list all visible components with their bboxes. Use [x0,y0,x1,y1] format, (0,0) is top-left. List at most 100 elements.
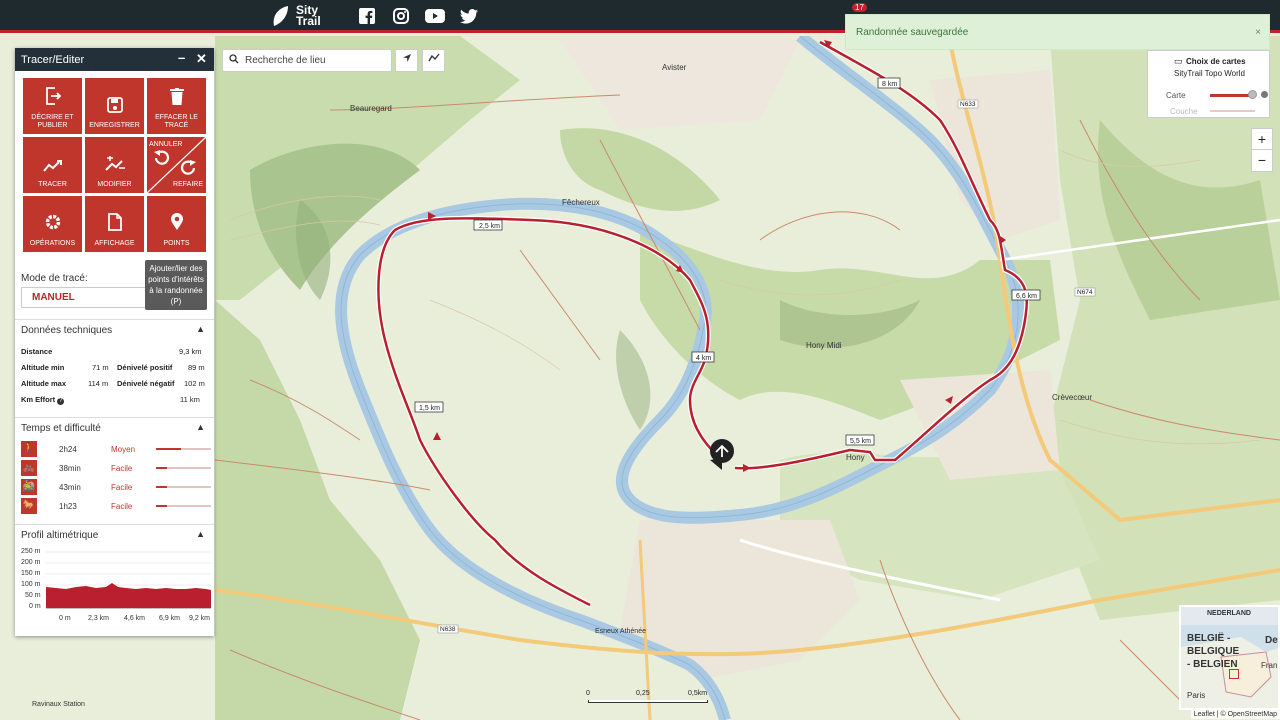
km-marker-4: 4 km [696,355,711,362]
button-label: OPÉRATIONS [29,240,76,247]
button-label: EFFACER LE TRACÉ [155,114,198,129]
search-placeholder: Recherche de lieu [245,55,326,66]
section-title: Temps et difficulté [21,423,101,434]
minimap-label: NEDERLAND [1207,610,1251,617]
zigzag-line-icon [427,53,440,62]
minimap-label: BELGIQUE [1187,646,1240,657]
km-effort-value: 11 km [180,395,200,404]
horse-icon: 🐎 [21,498,37,514]
instagram-icon[interactable] [391,6,411,26]
km-marker-5-5: 5,5 km [850,438,871,445]
undo-redo-button[interactable]: ANNULER REFAIRE [147,137,206,193]
km-effort-label: Km Effort [21,395,56,404]
panel-header: Tracer/Editer – ✕ [15,48,214,71]
points-button[interactable]: POINTS [147,196,206,252]
km-marker-6-6: 6,6 km [1016,293,1037,300]
difficulty-bar [156,505,211,507]
difficulty-bar [156,448,211,450]
social-links [357,6,479,26]
export-icon [45,87,61,109]
difficulty-bar [156,486,211,488]
search-icon [229,54,239,67]
tool-buttons: DÉCRIRE ET PUBLIER ENREGISTRER EFFACER L… [15,71,214,252]
button-label: MODIFIER [97,181,132,188]
technical-data-header[interactable]: Données techniques ▲ [15,319,214,341]
minimize-icon[interactable]: – [178,50,185,65]
chevron-up-icon: ▲ [196,422,205,432]
positive-elevation-label: Dénivelé positif [117,363,173,372]
km-marker-2-5: 2,5 km [479,223,500,230]
distance-label: Distance [21,347,53,356]
trace-icon [42,156,63,176]
describe-publish-button[interactable]: DÉCRIRE ET PUBLIER [23,78,82,134]
button-label: DÉCRIRE ET PUBLIER [31,114,74,129]
undo-icon[interactable] [153,149,171,167]
display-button[interactable]: AFFICHAGE [85,196,144,252]
trace-button[interactable]: TRACER [23,137,82,193]
button-label: POINTS [163,240,190,247]
notification-badge: 17 [852,3,867,12]
operations-button[interactable]: OPÉRATIONS [23,196,82,252]
slider-handle[interactable] [1248,90,1257,99]
minimap-label: Frank [1261,661,1280,670]
locate-button[interactable] [395,49,418,72]
file-icon [107,213,122,235]
minimap-label: De [1265,635,1278,646]
facebook-icon[interactable] [357,6,377,26]
section-title: Profil altimétrique [21,530,99,541]
minimap-label: BELGIË - [1187,633,1231,644]
points-tooltip: Ajouter/lier des points d'intérêts à la … [145,260,207,310]
mtb-icon: 🚵 [21,479,37,495]
close-icon[interactable]: ✕ [196,51,207,67]
section-title: Données techniques [21,325,113,336]
chevron-up-icon: ▲ [196,529,205,539]
sitytrail-logo[interactable]: Sity Trail [270,4,321,28]
alt-min-label: Altitude min [21,363,65,372]
place-label: Avister [662,63,687,72]
twitter-icon[interactable] [459,6,479,26]
alt-max-value: 114 m [88,379,109,388]
youtube-icon[interactable] [425,6,445,26]
button-label: ENREGISTRER [89,122,140,129]
close-icon[interactable]: × [1255,27,1261,38]
redo-icon[interactable] [179,159,197,177]
layer-overlay-slider[interactable] [1210,110,1255,112]
layer-visibility-toggle[interactable] [1261,91,1268,98]
negative-elevation-label: Dénivelé négatif [117,379,175,388]
difficulty-header[interactable]: Temps et difficulté ▲ [15,417,214,439]
alt-min-value: 71 m [92,363,109,372]
place-label: Esneux Athénée [595,628,646,635]
elevation-profile-header[interactable]: Profil altimétrique ▲ [15,524,214,546]
km-marker-8: 8 km [882,81,897,88]
save-button[interactable]: ENREGISTRER [85,78,144,134]
help-icon[interactable]: ? [57,398,65,405]
notification-message: Randonnée sauvegardée [856,27,969,38]
place-label: Hony [846,453,865,462]
place-search-input[interactable]: Recherche de lieu [222,49,392,72]
track-stats-button[interactable] [422,49,445,72]
trash-icon [169,88,184,109]
track-editor-panel: Tracer/Editer – ✕ DÉCRIRE ET PUBLIER ENR… [15,48,214,636]
difficulty-row: 🐎 1h23 Facile [21,498,211,515]
layers-subtitle: SityTrail Topo World [1174,69,1245,78]
overview-minimap[interactable]: NEDERLAND BELGIË - BELGIQUE - BELGIEN Pa… [1179,605,1280,710]
map-attribution[interactable]: Leaflet | © OpenStreetMap [1190,710,1280,719]
redo-label[interactable]: REFAIRE [173,181,203,189]
elevation-profile-chart[interactable]: 250 m 200 m 150 m 100 m 50 m 0 m 0 m 2,3… [21,548,211,633]
layer-map-opacity-slider[interactable] [1210,94,1250,97]
navigation-arrow-icon [402,54,411,62]
difficulty-row: 🚲 38min Facile [21,460,211,477]
undo-label[interactable]: ANNULER [149,141,182,149]
clear-track-button[interactable]: EFFACER LE TRACÉ [147,78,206,134]
place-label: Ravinaux Station [32,701,85,708]
zoom-in-button[interactable]: + [1252,129,1272,150]
button-label: AFFICHAGE [94,240,135,247]
edit-track-button[interactable]: MODIFIER [85,137,144,193]
leaf-icon [273,6,288,26]
zoom-out-button[interactable]: − [1252,150,1272,171]
distance-value: 9,3 km [179,347,202,356]
map-layers-panel[interactable]: ▭ Choix de cartes SityTrail Topo World C… [1147,50,1270,118]
map-pin-icon [170,213,184,235]
minimap-viewport [1229,669,1239,679]
trace-mode-select[interactable]: MANUEL [21,287,151,308]
